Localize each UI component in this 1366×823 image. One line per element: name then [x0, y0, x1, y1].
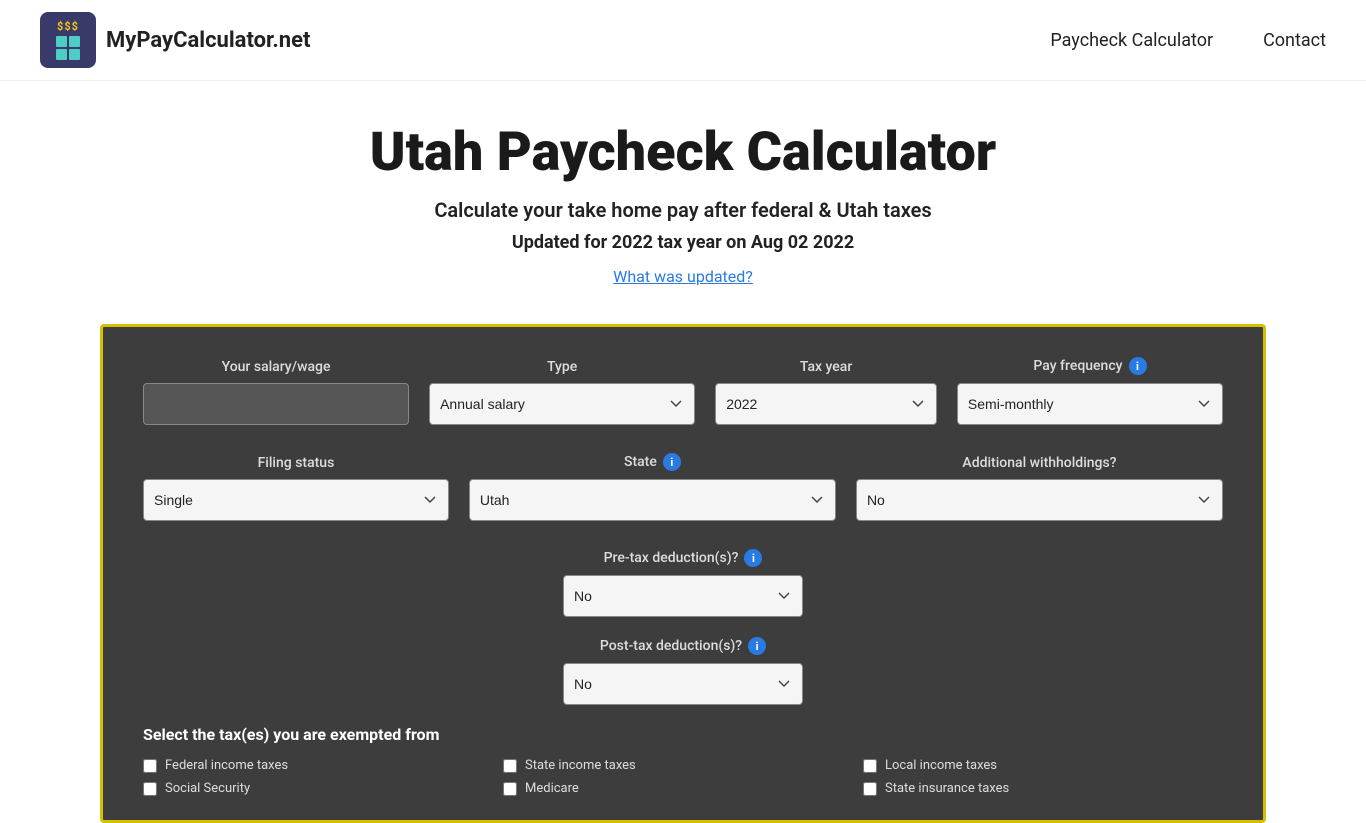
salary-group: Your salary/wage — [143, 359, 409, 425]
pretax-group: Pre-tax deduction(s)? i No Yes — [563, 549, 803, 617]
state-insurance-checkbox[interactable] — [863, 782, 877, 796]
checkbox-col-3: Local income taxes State insurance taxes — [863, 758, 1223, 796]
medicare-checkbox[interactable] — [503, 782, 517, 796]
checkbox-col-1: Federal income taxes Social Security — [143, 758, 503, 796]
pretax-label: Pre-tax deduction(s)? — [604, 550, 739, 566]
salary-label: Your salary/wage — [143, 359, 409, 375]
checkbox-social-security: Social Security — [143, 781, 503, 796]
hero-section: Utah Paycheck Calculator Calculate your … — [0, 81, 1366, 306]
medicare-label: Medicare — [525, 781, 579, 796]
posttax-label: Post-tax deduction(s)? — [600, 638, 742, 654]
pretax-info-icon[interactable]: i — [744, 549, 762, 567]
form-row-2: Filing status Single Married Head of Hou… — [143, 453, 1223, 521]
posttax-info-icon[interactable]: i — [748, 637, 766, 655]
pretax-select[interactable]: No Yes — [563, 575, 803, 617]
type-group: Type Annual salary Hourly wage Daily wag… — [429, 359, 695, 425]
payfreq-label-row: Pay frequency i — [957, 357, 1223, 375]
payfreq-select[interactable]: Semi-monthly Weekly Bi-weekly Monthly Da… — [957, 383, 1223, 425]
payfreq-label: Pay frequency — [1033, 358, 1122, 374]
hero-subtitle: Calculate your take home pay after feder… — [20, 198, 1346, 222]
brand-name: MyPayCalculator.net — [106, 28, 310, 53]
checkbox-col-2: State income taxes Medicare — [503, 758, 863, 796]
form-row-3: Pre-tax deduction(s)? i No Yes — [143, 549, 1223, 617]
local-income-label: Local income taxes — [885, 758, 997, 773]
salary-input[interactable] — [143, 383, 409, 425]
checkbox-local-income: Local income taxes — [863, 758, 1223, 773]
brand: $$$ MyPayCalculator.net — [40, 12, 1050, 68]
addl-label: Additional withholdings? — [856, 455, 1223, 471]
what-updated-link[interactable]: What was updated? — [20, 267, 1346, 286]
nav-paycheck-calculator[interactable]: Paycheck Calculator — [1050, 30, 1213, 51]
payfreq-group: Pay frequency i Semi-monthly Weekly Bi-w… — [957, 357, 1223, 425]
filing-label: Filing status — [143, 455, 449, 471]
taxyear-label: Tax year — [715, 359, 937, 375]
state-income-label: State income taxes — [525, 758, 636, 773]
payfreq-info-icon[interactable]: i — [1129, 357, 1147, 375]
state-group: State i Utah Alabama California Colorado — [469, 453, 836, 521]
type-label: Type — [429, 359, 695, 375]
state-info-icon[interactable]: i — [663, 453, 681, 471]
addl-group: Additional withholdings? No Yes — [856, 455, 1223, 521]
exemptions-section: Select the tax(es) you are exempted from… — [143, 725, 1223, 796]
exemptions-title: Select the tax(es) you are exempted from — [143, 725, 1223, 744]
posttax-group: Post-tax deduction(s)? i No Yes — [563, 637, 803, 705]
state-income-checkbox[interactable] — [503, 759, 517, 773]
logo-dollar-signs: $$$ — [57, 20, 79, 33]
logo-grid — [56, 36, 80, 60]
state-label-row: State i — [469, 453, 836, 471]
addl-select[interactable]: No Yes — [856, 479, 1223, 521]
posttax-select[interactable]: No Yes — [563, 663, 803, 705]
hero-updated: Updated for 2022 tax year on Aug 02 2022 — [20, 232, 1346, 253]
state-select[interactable]: Utah Alabama California Colorado — [469, 479, 836, 521]
pretax-label-row: Pre-tax deduction(s)? i — [563, 549, 803, 567]
posttax-label-row: Post-tax deduction(s)? i — [563, 637, 803, 655]
nav-contact[interactable]: Contact — [1263, 30, 1326, 51]
type-select[interactable]: Annual salary Hourly wage Daily wage Wee… — [429, 383, 695, 425]
social-security-checkbox[interactable] — [143, 782, 157, 796]
calculator-form: Your salary/wage Type Annual salary Hour… — [100, 324, 1266, 823]
filing-group: Filing status Single Married Head of Hou… — [143, 455, 449, 521]
state-insurance-label: State insurance taxes — [885, 781, 1009, 796]
state-label: State — [624, 454, 657, 470]
checkbox-federal-income: Federal income taxes — [143, 758, 503, 773]
checkboxes-row: Federal income taxes Social Security Sta… — [143, 758, 1223, 796]
checkbox-state-insurance: State insurance taxes — [863, 781, 1223, 796]
social-security-label: Social Security — [165, 781, 250, 796]
page-title: Utah Paycheck Calculator — [20, 121, 1346, 184]
form-row-4: Post-tax deduction(s)? i No Yes — [143, 637, 1223, 705]
federal-income-label: Federal income taxes — [165, 758, 288, 773]
checkbox-medicare: Medicare — [503, 781, 863, 796]
nav-links: Paycheck Calculator Contact — [1050, 30, 1326, 51]
local-income-checkbox[interactable] — [863, 759, 877, 773]
filing-select[interactable]: Single Married Head of Household — [143, 479, 449, 521]
form-row-1: Your salary/wage Type Annual salary Hour… — [143, 357, 1223, 425]
federal-income-checkbox[interactable] — [143, 759, 157, 773]
taxyear-group: Tax year 2022 2021 2020 — [715, 359, 937, 425]
taxyear-select[interactable]: 2022 2021 2020 — [715, 383, 937, 425]
site-logo: $$$ — [40, 12, 96, 68]
checkbox-state-income: State income taxes — [503, 758, 863, 773]
